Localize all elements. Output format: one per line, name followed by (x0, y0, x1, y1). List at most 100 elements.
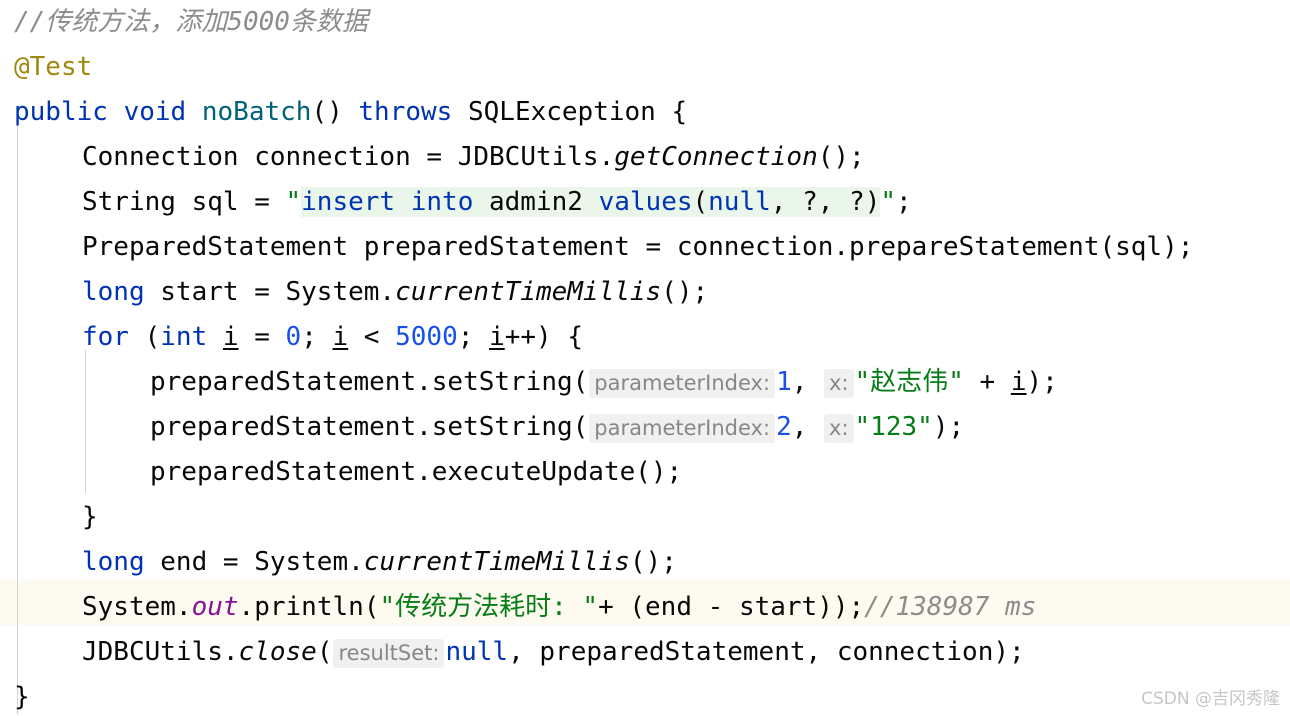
method-parens: () (311, 97, 343, 127)
quote-open: " (285, 187, 302, 217)
code-editor-pane[interactable]: //传统方法，添加5000条数据 @Test public void noBat… (0, 0, 1290, 716)
code-line-2[interactable]: @Test (0, 45, 1290, 90)
code-line-12[interactable]: } (0, 495, 1290, 540)
code-line-8[interactable]: for (int i = 0; i < 5000; i++) { (0, 315, 1290, 360)
close-open-paren: ( (316, 637, 333, 667)
number-5000: 5000 (395, 322, 458, 352)
code-line-4[interactable]: Connection connection = JDBCUtils.getCon… (0, 135, 1290, 180)
var-sql: sql = (175, 187, 286, 217)
class-jdbcutils-close: JDBCUtils (82, 637, 223, 667)
call-setstring-2: preparedStatement.setString( (150, 412, 589, 442)
call-tail-start: (); (661, 277, 709, 307)
sql-table-name: admin2 (473, 187, 599, 217)
dot-operator-close: . (222, 637, 239, 667)
open-brace: { (671, 97, 688, 127)
injected-sql-fragment: insert into admin2 values(null, ?, ?) (301, 187, 881, 217)
plus-operator: + (963, 367, 1011, 397)
code-line-1[interactable]: //传统方法，添加5000条数据 (0, 0, 1290, 45)
assign-operator: = (238, 322, 286, 352)
semicolon: ; (896, 187, 912, 217)
call-tail-setstring-1: ); (1026, 367, 1058, 397)
call-tail: (); (817, 142, 865, 172)
code-lines: //传统方法，添加5000条数据 @Test public void noBat… (0, 0, 1290, 716)
close-brace-method: } (14, 682, 30, 712)
code-line-15[interactable]: JDBCUtils.close(resultSet: null, prepared… (0, 630, 1290, 675)
quote-close: " (880, 187, 897, 217)
call-executeupdate: preparedStatement.executeUpdate(); (150, 457, 683, 487)
keyword-int: int (160, 322, 208, 352)
type-sqlexception: SQLException (467, 97, 656, 127)
inlay-hint-parameterindex-2[interactable]: parameterIndex: (589, 414, 776, 443)
keyword-for: for (82, 322, 129, 352)
sql-keyword-values: values (598, 187, 693, 217)
csdn-watermark: CSDN @吉冈秀隆 (1141, 689, 1280, 709)
sql-keyword-null: null (708, 187, 771, 217)
string-literal-zhaozhiwei: "赵志伟" (854, 367, 964, 397)
inlay-hint-x-2[interactable]: x: (824, 414, 854, 443)
arg-separator-2: , (791, 412, 824, 442)
call-getconnection: getConnection (614, 142, 818, 172)
code-line-7[interactable]: long start = System.currentTimeMillis(); (0, 270, 1290, 315)
arg-parameterindex-2: 2 (776, 412, 792, 442)
call-setstring-1: preparedStatement.setString( (150, 367, 589, 397)
code-line-9[interactable]: preparedStatement.setString(parameterInd… (0, 360, 1290, 405)
expression-elapsed: + (end - start)); (598, 592, 865, 622)
for-semicolon-2: ; (457, 322, 490, 352)
sql-keyword-insert-into: insert into (301, 187, 474, 217)
for-semicolon-1: ; (301, 322, 333, 352)
line-comment: //传统方法，添加5000条数据 (14, 7, 368, 37)
code-line-3[interactable]: public void noBatch() throws SQLExceptio… (0, 90, 1290, 135)
inlay-hint-parameterindex-1[interactable]: parameterIndex: (589, 369, 776, 398)
close-brace-for-loop: } (82, 502, 98, 532)
var-i-condition: i (332, 322, 349, 352)
call-tail-setstring-2: ); (932, 412, 965, 442)
code-line-14[interactable]: System.out.println("传统方法耗时: "+ (end - st… (0, 585, 1290, 630)
trailing-comment-timing: //138987 ms (864, 592, 1037, 622)
type-connection: Connection (82, 142, 239, 172)
keyword-void: void (123, 97, 187, 127)
inlay-hint-resultset[interactable]: resultSet: (333, 639, 445, 668)
less-than-operator: < (348, 322, 396, 352)
keyword-public: public (14, 97, 108, 127)
sql-open-paren: ( (692, 187, 709, 217)
code-line-10[interactable]: preparedStatement.setString(parameterInd… (0, 405, 1290, 450)
method-name-nobatch: noBatch (201, 97, 312, 127)
code-line-11[interactable]: preparedStatement.executeUpdate(); (0, 450, 1290, 495)
call-currenttimemillis-start: currentTimeMillis (395, 277, 662, 307)
code-line-6[interactable]: PreparedStatement preparedStatement = co… (0, 225, 1290, 270)
annotation-test: @Test (14, 52, 93, 82)
arg-separator-1: , (791, 367, 824, 397)
class-system: System. (82, 592, 192, 622)
inlay-hint-x-1[interactable]: x: (824, 369, 854, 398)
var-end: end = System. (144, 547, 364, 577)
class-jdbcutils: JDBCUtils (457, 142, 599, 172)
keyword-throws: throws (358, 97, 453, 127)
for-tail: ++) { (504, 322, 583, 352)
call-currenttimemillis-end: currentTimeMillis (363, 547, 630, 577)
type-string: String (82, 187, 176, 217)
static-field-out: out (191, 592, 239, 622)
code-line-16[interactable]: } (0, 675, 1290, 716)
number-zero: 0 (285, 322, 302, 352)
statement-prepare: PreparedStatement preparedStatement = co… (82, 232, 1194, 262)
code-line-13[interactable]: long end = System.currentTimeMillis(); (0, 540, 1290, 585)
var-i-increment: i (489, 322, 505, 352)
sql-placeholders: , ?, ?) (770, 187, 881, 217)
code-line-5[interactable]: String sql = "insert into admin2 values(… (0, 180, 1290, 225)
keyword-long-start: long (82, 277, 145, 307)
for-open-paren: ( (128, 322, 161, 352)
call-tail-end: (); (629, 547, 677, 577)
dot-operator: . (598, 142, 615, 172)
var-i-usage: i (1010, 367, 1027, 397)
keyword-long-end: long (82, 547, 145, 577)
var-connection: connection = (238, 142, 458, 172)
call-println: .println( (238, 592, 380, 622)
close-arguments: , preparedStatement, connection); (508, 637, 1025, 667)
call-close: close (238, 637, 317, 667)
arg-parameterindex-1: 1 (776, 367, 792, 397)
var-i-declaration: i (222, 322, 239, 352)
keyword-null: null (445, 637, 509, 667)
var-start: start = System. (144, 277, 396, 307)
string-literal-elapsed: "传统方法耗时: " (379, 592, 599, 622)
string-literal-123: "123" (854, 412, 933, 442)
